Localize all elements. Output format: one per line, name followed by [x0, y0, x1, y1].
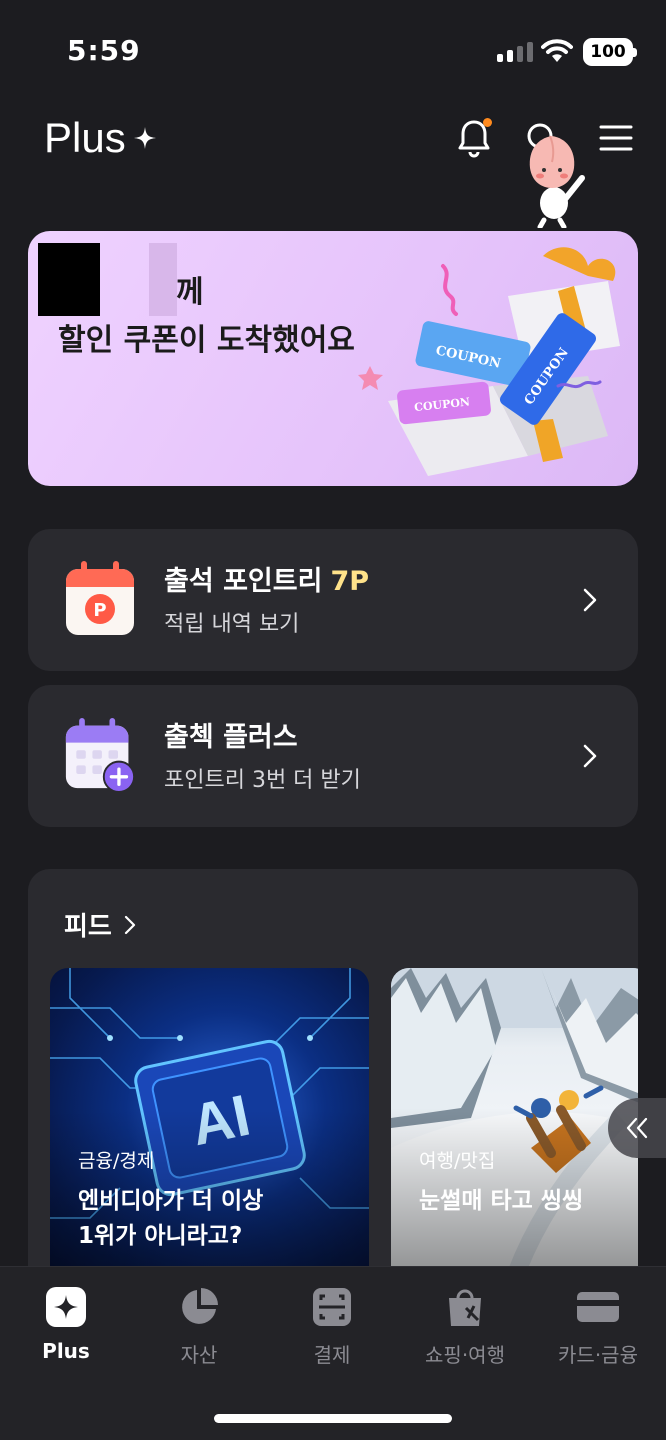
sparkle-icon: [133, 127, 156, 149]
calendar-p-icon: P: [66, 561, 134, 635]
feed-card-title-line: 1위가 아니라고?: [78, 1223, 243, 1249]
notification-dot: [483, 118, 492, 127]
feed-card-category: 금융/경제: [78, 1150, 155, 1172]
wifi-icon: [541, 39, 573, 62]
menu-icon: [599, 125, 633, 151]
tab-card-finance[interactable]: 카드·금융: [532, 1285, 664, 1368]
card-title-text: 출석 포인트리: [164, 566, 323, 597]
shopping-bag-icon: [443, 1285, 487, 1329]
logo-text: Plus: [44, 114, 126, 161]
menu-button[interactable]: [594, 116, 638, 160]
tab-shopping-travel[interactable]: 쇼핑·여행: [399, 1285, 531, 1368]
card-icon: [576, 1285, 620, 1329]
check-in-plus-card[interactable]: 출첵 플러스 포인트리 3번 더 받기: [28, 685, 638, 827]
feed-card-title-line: 눈썰매 타고 씽씽: [419, 1188, 584, 1214]
points-value: 7P: [330, 566, 370, 597]
banner-line2: 할인 쿠폰이 도착했어요: [58, 323, 355, 358]
coupon-banner[interactable]: 께 할인 쿠폰이 도착했어요 COUPON COUPON COUPON: [28, 231, 638, 486]
tab-label: Plus: [42, 1339, 90, 1363]
double-chevron-left-icon: [626, 1117, 648, 1139]
tab-label: 결제: [313, 1343, 351, 1367]
collapse-panel-button[interactable]: [608, 1098, 666, 1158]
feed-section: 피드 AI 금융/경제 엔비디아가 더 이상: [28, 869, 638, 1289]
gift-box-coupon-illustration: COUPON COUPON COUPON: [358, 247, 620, 476]
feed-card-category: 여행/맛집: [419, 1150, 496, 1172]
svg-text:P: P: [93, 600, 106, 621]
chevron-right-icon: [583, 744, 597, 768]
feed-title[interactable]: 피드: [64, 906, 136, 943]
card-title: 출첵 플러스: [164, 722, 298, 753]
plus-sparkle-icon: [44, 1285, 88, 1329]
status-time: 5:59: [67, 34, 141, 67]
home-indicator[interactable]: [214, 1414, 452, 1423]
feed-card-title: 눈썰매 타고 씽씽: [419, 1184, 583, 1219]
feed-card[interactable]: AI 금융/경제 엔비디아가 더 이상 1위가 아니라고?: [50, 968, 369, 1288]
card-subtitle: 적립 내역 보기: [164, 612, 300, 637]
peach-mascot-icon: [529, 135, 585, 228]
tab-label: 자산: [180, 1343, 218, 1367]
pie-chart-icon: [177, 1285, 221, 1329]
status-bar: 5:59 100: [0, 0, 666, 100]
tab-plus[interactable]: Plus: [0, 1285, 132, 1363]
redaction-block: [149, 243, 177, 316]
redaction-block: [38, 243, 100, 316]
tab-assets[interactable]: 자산: [133, 1285, 265, 1368]
tab-label: 쇼핑·여행: [425, 1343, 505, 1367]
notification-button[interactable]: [452, 116, 496, 160]
signal-icon: [497, 42, 533, 62]
battery-indicator: 100: [583, 38, 637, 66]
card-subtitle: 포인트리 3번 더 받기: [164, 768, 361, 793]
scan-pay-icon: [310, 1285, 354, 1329]
chevron-right-icon: [583, 588, 597, 612]
app-logo[interactable]: Plus: [44, 114, 158, 162]
tab-label: 카드·금융: [558, 1343, 638, 1367]
card-title: 출석 포인트리 7P: [164, 559, 369, 598]
feed-card[interactable]: 여행/맛집 눈썰매 타고 씽씽: [391, 968, 638, 1288]
feed-card-title: 엔비디아가 더 이상 1위가 아니라고?: [78, 1184, 263, 1254]
attendance-points-card[interactable]: P 출석 포인트리 7P 적립 내역 보기: [28, 529, 638, 671]
tab-payment[interactable]: 결제: [266, 1285, 398, 1368]
calendar-plus-icon: [65, 718, 136, 793]
feed-card-title-line: 엔비디아가 더 이상: [78, 1188, 264, 1214]
chevron-right-icon: [124, 915, 135, 934]
banner-line1: 께: [176, 275, 204, 310]
feed-title-text: 피드: [64, 912, 112, 942]
